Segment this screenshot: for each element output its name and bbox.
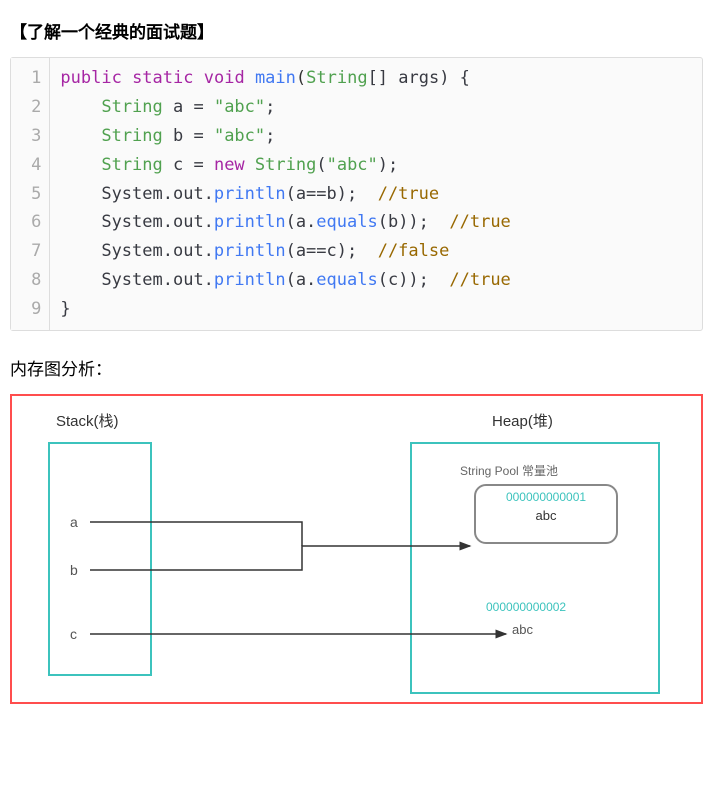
line-number: 4 (21, 151, 41, 180)
code-block: 1 2 3 4 5 6 7 8 9 public static void mai… (10, 57, 703, 331)
heap-address-2: 000000000002 (486, 600, 566, 614)
line-number: 9 (21, 295, 41, 324)
line-gutter: 1 2 3 4 5 6 7 8 9 (11, 58, 50, 330)
heap-value-2: abc (512, 622, 533, 637)
heap-box (410, 442, 660, 694)
section-label: 内存图分析： (10, 355, 703, 380)
line-number: 5 (21, 180, 41, 209)
page-title: 【了解一个经典的面试题】 (10, 18, 703, 43)
string-pool-label: String Pool 常量池 (460, 462, 558, 479)
memory-diagram: Stack(栈) Heap(堆) a b c String Pool 常量池 0… (10, 394, 703, 704)
stack-var-c: c (70, 626, 77, 642)
stack-var-a: a (70, 514, 78, 530)
pool-address: 000000000001 (476, 490, 616, 504)
line-number: 2 (21, 93, 41, 122)
pool-value: abc (476, 508, 616, 523)
stack-box (48, 442, 152, 676)
code-content: public static void main(String[] args) {… (50, 58, 520, 330)
line-number: 3 (21, 122, 41, 151)
line-number: 1 (21, 64, 41, 93)
heap-title: Heap(堆) (492, 410, 553, 431)
line-number: 8 (21, 266, 41, 295)
stack-title: Stack(栈) (56, 410, 119, 431)
line-number: 7 (21, 237, 41, 266)
string-pool-box: 000000000001 abc (474, 484, 618, 544)
line-number: 6 (21, 208, 41, 237)
stack-var-b: b (70, 562, 78, 578)
